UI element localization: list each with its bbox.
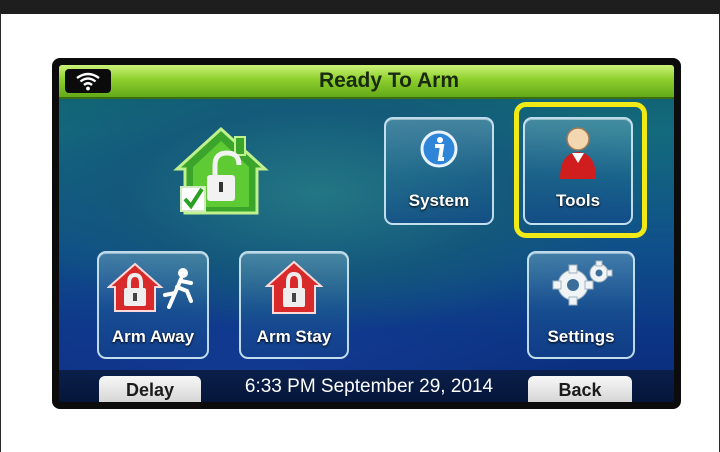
house-unlocked-check-icon (171, 123, 271, 223)
arm-away-button[interactable]: Arm Away (97, 251, 209, 359)
system-button[interactable]: System (384, 117, 494, 225)
system-label: System (408, 191, 470, 210)
back-button[interactable]: Back (528, 376, 632, 402)
top-dark-bar (0, 0, 720, 14)
delay-button[interactable]: Delay (99, 376, 201, 402)
info-icon (419, 129, 459, 174)
house-lock-icon (264, 259, 324, 320)
arm-stay-label: Arm Stay (256, 327, 332, 346)
screen: Ready To Arm System Tools Arm Away Arm S… (59, 65, 674, 402)
settings-label: Settings (547, 327, 615, 346)
arm-stay-button[interactable]: Arm Stay (239, 251, 349, 359)
wifi-icon (65, 69, 111, 93)
settings-button[interactable]: Settings (527, 251, 635, 359)
touchscreen-device: Ready To Arm System Tools Arm Away Arm S… (52, 58, 681, 409)
tools-highlight-box (514, 102, 647, 238)
arm-away-label: Arm Away (111, 327, 195, 346)
header-bar: Ready To Arm (59, 65, 674, 99)
bottom-bar: Delay 6:33 PM September 29, 2014 Back (59, 370, 674, 402)
status-title: Ready To Arm (318, 69, 460, 92)
left-border (0, 14, 1, 452)
house-lock-running-icon (106, 261, 199, 318)
gears-icon (549, 259, 615, 314)
datetime-display: 6:33 PM September 29, 2014 (244, 376, 494, 397)
